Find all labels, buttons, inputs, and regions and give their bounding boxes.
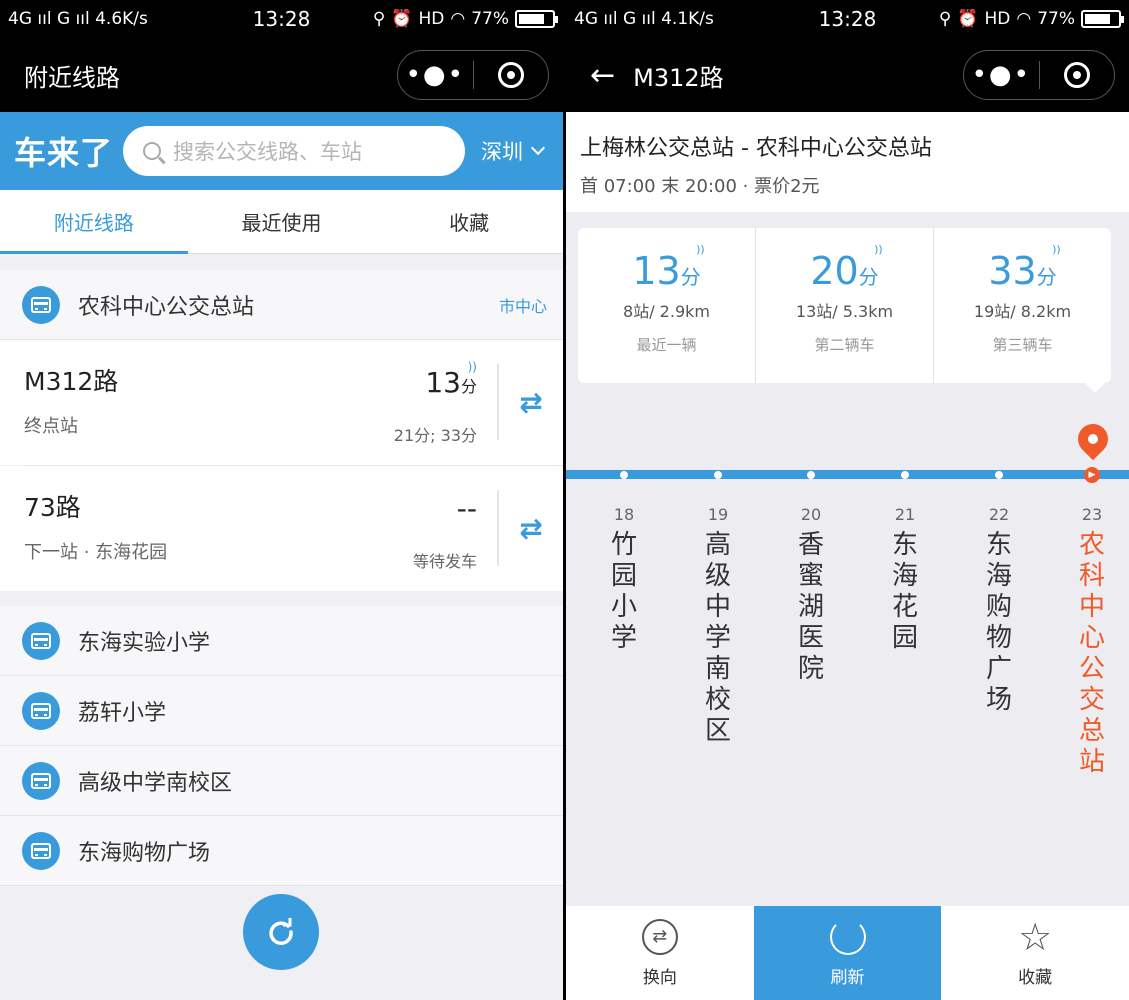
bus-station-icon <box>22 831 60 870</box>
status-bar: 4G ııl G ııl 4.6K/s 13:28 ⚲ ⏰ HD ◠ 77% <box>0 0 563 38</box>
route-subtitle: 终点站 <box>24 416 78 437</box>
chevron-down-icon <box>530 140 546 156</box>
realtime-icon: )) <box>467 360 477 374</box>
stop-dot <box>901 471 909 479</box>
swap-direction-icon[interactable]: ⇄ <box>497 364 563 440</box>
stop-item[interactable]: 18 竹园小学 <box>604 505 644 654</box>
stop-item[interactable]: 19 高级中学南校区 <box>698 505 738 747</box>
line-title: 上梅林公交总站 - 农科中心公交总站 <box>580 136 932 161</box>
alarm-icon: ⏰ <box>391 9 413 29</box>
nearby-routes-screen: 4G ııl G ııl 4.6K/s 13:28 ⚲ ⏰ HD ◠ 77% 附… <box>0 0 563 1000</box>
route-eta: 13分)) <box>425 360 477 399</box>
realtime-icon: )) <box>696 243 705 256</box>
eta-bus-1[interactable]: 13分)) 8站/ 2.9km 最近一辆 <box>578 228 755 383</box>
station-list-item[interactable]: 高级中学南校区 <box>0 746 563 816</box>
route-next-buses: 等待发车 <box>412 552 477 571</box>
stop-item[interactable]: 20 香蜜湖医院 <box>791 505 831 685</box>
page-title: M312路 <box>633 63 724 92</box>
hd-label: HD <box>984 9 1011 29</box>
search-icon <box>143 142 162 160</box>
tab-favorites[interactable]: 收藏 <box>375 190 563 253</box>
refresh-icon <box>269 918 293 945</box>
status-bar: 4G ııl G ııl 4.1K/s 13:28 ⚲ ⏰ HD ◠ 77% <box>566 0 1129 38</box>
location-icon: ⚲ <box>372 9 386 29</box>
battery-percent: 77% <box>471 9 509 29</box>
current-stop-marker-icon: ▶ <box>1084 467 1100 483</box>
line-schedule: 首 07:00 末 20:00 · 票价2元 <box>580 176 820 197</box>
line-info: 上梅林公交总站 - 农科中心公交总站 首 07:00 末 20:00 · 票价2… <box>566 112 1129 212</box>
close-target-icon[interactable] <box>1040 62 1115 88</box>
stop-dot <box>807 471 815 479</box>
area-tag: 市中心 <box>498 296 547 316</box>
wifi-icon: ◠ <box>450 9 466 29</box>
refresh-button[interactable]: 刷新 <box>753 906 942 1000</box>
battery-percent: 77% <box>1037 9 1075 29</box>
location-icon: ⚲ <box>938 9 952 29</box>
tab-nearby[interactable]: 附近线路 <box>0 190 188 254</box>
battery-icon <box>1081 10 1124 28</box>
stop-dot <box>714 471 722 479</box>
search-header: 车来了 搜索公交线路、车站 深圳 <box>0 112 563 190</box>
swap-icon: ⇄ <box>641 918 678 955</box>
reverse-direction-button[interactable]: ⇄ 换向 <box>566 906 754 1000</box>
route-name: M312路 <box>24 367 119 396</box>
signal-text: 4G ııl G ııl 4.1K/s <box>574 9 714 29</box>
search-placeholder: 搜索公交线路、车站 <box>173 140 363 164</box>
signal-text: 4G ııl G ııl 4.6K/s <box>8 9 148 29</box>
mini-program-capsule: •●• <box>397 50 549 100</box>
bus-station-icon <box>22 761 60 800</box>
bus-station-icon <box>22 621 60 660</box>
tab-bar: 附近线路 最近使用 收藏 <box>0 190 563 254</box>
station-list-item[interactable]: 东海实验小学 <box>0 606 563 676</box>
nav-bar: ← M312路 •●• <box>566 38 1129 112</box>
city-label: 深圳 <box>481 140 523 164</box>
route-row[interactable]: M312路 终点站 13分)) 21分; 33分 ⇄ <box>0 340 563 465</box>
route-row[interactable]: 73路 下一站 · 东海花园 -- 等待发车 ⇄ <box>0 466 563 591</box>
stop-dot <box>995 471 1003 479</box>
nav-bar: 附近线路 •●• <box>0 38 563 112</box>
location-pin-icon <box>1071 417 1115 461</box>
tab-recent[interactable]: 最近使用 <box>188 190 376 253</box>
refresh-button[interactable] <box>243 894 319 970</box>
close-target-icon[interactable] <box>474 62 549 88</box>
more-icon[interactable]: •●• <box>398 62 473 88</box>
station-list-item[interactable]: 荔轩小学 <box>0 676 563 746</box>
swap-direction-icon[interactable]: ⇄ <box>497 490 563 566</box>
route-line <box>566 470 1129 479</box>
brand-logo: 车来了 <box>14 134 114 172</box>
back-arrow-icon[interactable]: ← <box>590 58 615 93</box>
bus-station-icon <box>22 691 60 730</box>
battery-icon <box>515 10 558 28</box>
route-subtitle: 下一站 · 东海花园 <box>24 542 168 563</box>
stop-item-current[interactable]: 23 农科中心公交总站 <box>1072 505 1112 778</box>
star-icon: ☆ <box>1018 914 1053 959</box>
more-icon[interactable]: •●• <box>964 62 1039 88</box>
route-next-buses: 21分; 33分 <box>393 426 477 445</box>
refresh-icon <box>829 918 866 955</box>
line-detail-screen: 4G ııl G ııl 4.1K/s 13:28 ⚲ ⏰ HD ◠ 77% ←… <box>566 0 1129 1000</box>
nearby-station-header[interactable]: 农科中心公交总站 市中心 <box>0 270 563 340</box>
station-list-item[interactable]: 东海购物广场 <box>0 816 563 886</box>
stop-item[interactable]: 21 东海花园 <box>885 505 925 654</box>
mini-program-capsule: •●• <box>963 50 1115 100</box>
alarm-icon: ⏰ <box>957 9 979 29</box>
eta-card: 13分)) 8站/ 2.9km 最近一辆 20分)) 13站/ 5.3km 第二… <box>578 228 1111 393</box>
search-input[interactable]: 搜索公交线路、车站 <box>123 126 466 176</box>
page-title: 附近线路 <box>24 63 120 92</box>
favorite-button[interactable]: ☆ 收藏 <box>941 906 1129 1000</box>
hd-label: HD <box>418 9 445 29</box>
stop-dot <box>620 471 628 479</box>
wifi-icon: ◠ <box>1016 9 1032 29</box>
realtime-icon: )) <box>874 243 883 256</box>
station-name: 农科中心公交总站 <box>78 294 255 320</box>
bus-station-icon <box>22 285 60 324</box>
eta-bus-2[interactable]: 20分)) 13站/ 5.3km 第二辆车 <box>755 228 933 383</box>
realtime-icon: )) <box>1052 243 1061 256</box>
city-selector[interactable]: 深圳 <box>481 136 546 166</box>
stop-item[interactable]: 22 东海购物广场 <box>979 505 1019 716</box>
route-eta: -- <box>456 492 477 525</box>
route-name: 73路 <box>24 493 81 522</box>
eta-bus-3[interactable]: 33分)) 19站/ 8.2km 第三辆车 <box>933 228 1111 383</box>
bottom-action-bar: ⇄ 换向 刷新 ☆ 收藏 <box>566 906 1129 1000</box>
